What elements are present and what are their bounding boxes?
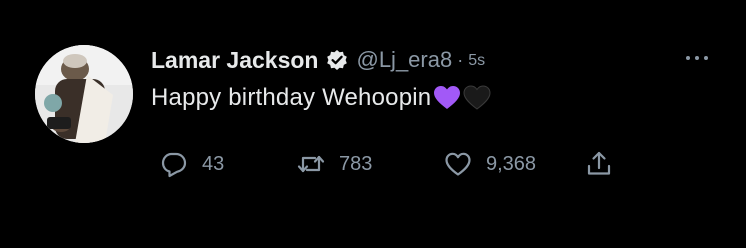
share-button[interactable] (585, 148, 613, 180)
reply-button[interactable]: 43 (160, 148, 224, 180)
timestamp[interactable]: 5s (468, 52, 485, 70)
tweet-header: Lamar Jackson @Lj_era8 · 5s (151, 45, 485, 75)
retweet-icon (297, 150, 325, 178)
avatar-photo (35, 45, 133, 143)
tweet-text: Happy birthday Wehoopin (151, 84, 491, 112)
header-separator: · (457, 49, 464, 70)
like-count: 9,368 (486, 152, 537, 175)
more-icon[interactable] (682, 48, 712, 68)
tweet-actions: 43 783 9,368 (160, 148, 630, 180)
author-handle[interactable]: @Lj_era8 (356, 47, 452, 73)
author-name[interactable]: Lamar Jackson (151, 47, 318, 74)
purple-heart-emoji (433, 85, 461, 111)
verified-badge-icon (326, 49, 348, 71)
retweet-count: 783 (339, 152, 373, 175)
like-icon (444, 150, 472, 178)
tweet-body: Happy birthday Wehoopin (151, 84, 432, 111)
share-icon (585, 150, 613, 178)
retweet-button[interactable]: 783 (297, 148, 372, 180)
reply-count: 43 (202, 152, 225, 175)
black-heart-emoji (463, 85, 491, 111)
like-button[interactable]: 9,368 (444, 148, 536, 180)
avatar[interactable] (35, 45, 133, 143)
tweet-card[interactable]: Lamar Jackson @Lj_era8 · 5s Happy birthd… (0, 0, 746, 248)
reply-icon (160, 150, 188, 178)
